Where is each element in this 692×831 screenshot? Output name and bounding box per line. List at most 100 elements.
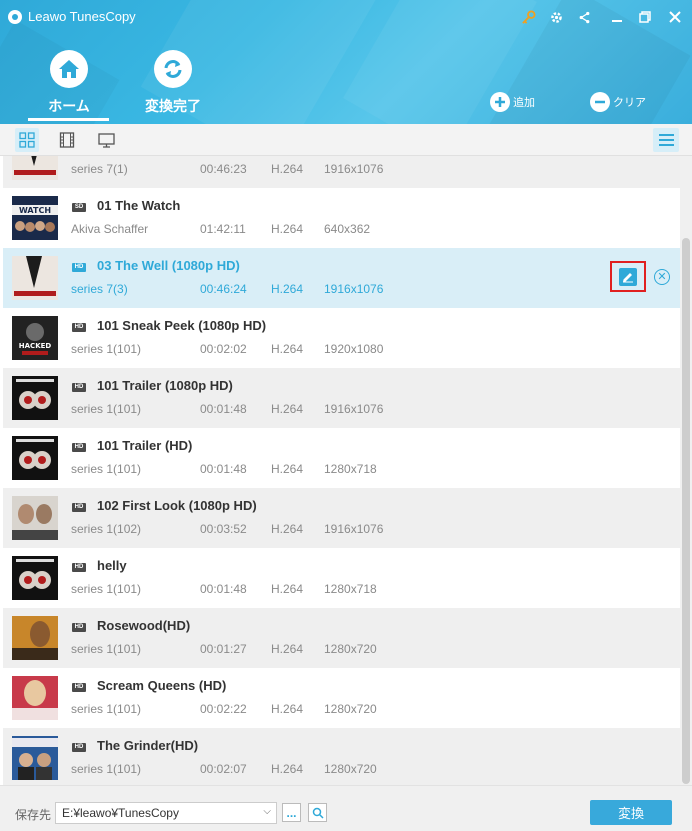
item-resolution: 1280x720 <box>324 642 377 656</box>
clear-button[interactable]: クリア <box>590 92 646 112</box>
item-codec: H.264 <box>271 282 304 296</box>
item-author: series 1(101) <box>71 642 142 656</box>
tab-home-label: ホーム <box>48 98 90 114</box>
quality-badge: HD <box>72 323 86 332</box>
list-item[interactable]: HD The Grinder(HD) series 1(101) 00:02:0… <box>3 728 680 785</box>
list-item[interactable]: HD Rosewood(HD) series 1(101) 00:01:27 H… <box>3 608 680 668</box>
item-duration: 00:01:48 <box>200 462 247 476</box>
item-duration: 00:46:23 <box>200 162 247 176</box>
tab-home[interactable]: ホーム <box>29 50 109 116</box>
thumbnail <box>12 156 58 180</box>
item-author: series 1(101) <box>71 462 142 476</box>
app-title: Leawo TunesCopy <box>28 9 136 24</box>
save-location-label: 保存先 <box>15 808 52 822</box>
list-item[interactable]: WATCH SD 01 The Watch Akiva Schaffer 01:… <box>3 188 680 248</box>
item-author: series 7(3) <box>71 282 128 296</box>
thumbnail <box>12 436 58 480</box>
quality-badge: HD <box>72 743 86 752</box>
thumbnail: HACKED <box>12 316 58 360</box>
item-title: Scream Queens (HD) <box>97 678 227 693</box>
item-codec: H.264 <box>271 762 304 776</box>
scrollbar-thumb[interactable] <box>682 238 690 784</box>
item-codec: H.264 <box>271 462 304 476</box>
quality-badge: SD <box>72 203 86 212</box>
item-duration: 00:03:52 <box>200 522 247 536</box>
thumbnail <box>12 616 58 660</box>
item-duration: 00:02:22 <box>200 702 247 716</box>
item-author: series 1(101) <box>71 402 142 416</box>
clear-button-label: クリア <box>613 97 646 109</box>
item-title: Rosewood(HD) <box>97 618 191 633</box>
item-author: series 1(101) <box>71 342 142 356</box>
title-bar: Leawo TunesCopy <box>0 0 692 34</box>
list-item[interactable]: HD 101 Trailer (1080p HD) series 1(101) … <box>3 368 680 428</box>
thumbnail <box>12 496 58 540</box>
item-title: 01 The Watch <box>97 198 181 213</box>
item-codec: H.264 <box>271 702 304 716</box>
edit-button[interactable] <box>610 261 646 292</box>
grid-view-icon[interactable] <box>15 128 39 152</box>
list-item[interactable]: HD Scream Queens (HD) series 1(101) 00:0… <box>3 668 680 728</box>
item-resolution: 1916x1076 <box>324 522 384 536</box>
item-resolution: 640x362 <box>324 222 371 236</box>
active-tab-indicator <box>28 118 109 121</box>
gear-icon[interactable] <box>547 8 565 26</box>
restore-icon[interactable] <box>636 8 654 26</box>
minimize-icon[interactable] <box>608 8 626 26</box>
output-path-value: E:¥leawo¥TunesCopy <box>62 806 179 820</box>
item-author: Akiva Schaffer <box>71 222 149 236</box>
media-list: series 7(1) 00:46:23 H.264 1916x1076 WAT… <box>0 156 680 785</box>
chevron-down-icon: ⌵ <box>263 806 271 817</box>
quality-badge: HD <box>72 563 86 572</box>
item-resolution: 1280x720 <box>324 702 377 716</box>
svg-text:HACKED: HACKED <box>19 342 52 350</box>
item-resolution: 1916x1076 <box>324 282 384 296</box>
footer-bar: 保存先 E:¥leawo¥TunesCopy ⌵ ... 変換 <box>0 785 692 831</box>
item-duration: 00:01:48 <box>200 402 247 416</box>
thumbnail <box>12 376 58 420</box>
close-icon[interactable] <box>666 8 684 26</box>
thumbnail <box>12 676 58 720</box>
edit-icon <box>619 267 637 286</box>
quality-badge: HD <box>72 503 86 512</box>
list-item[interactable]: HD 101 Trailer (HD) series 1(101) 00:01:… <box>3 428 680 488</box>
item-duration: 00:01:27 <box>200 642 247 656</box>
item-codec: H.264 <box>271 162 304 176</box>
item-title: 101 Trailer (1080p HD) <box>97 378 233 393</box>
browse-button[interactable]: ... <box>282 803 301 822</box>
add-button[interactable]: 追加 <box>490 92 535 112</box>
list-item-selected[interactable]: HD 03 The Well (1080p HD) series 7(3) 00… <box>3 248 680 308</box>
item-duration: 00:46:24 <box>200 282 247 296</box>
app-header: Leawo TunesCopy ホーム 変換完了 追加 クリア <box>0 0 692 124</box>
minus-circle-icon <box>590 92 610 112</box>
film-view-icon[interactable] <box>55 128 79 152</box>
list-item[interactable]: HD helly series 1(101) 00:01:48 H.264 12… <box>3 548 680 608</box>
output-path-select[interactable]: E:¥leawo¥TunesCopy ⌵ <box>55 802 277 824</box>
convert-button[interactable]: 変換 <box>590 800 672 825</box>
item-author: series 1(101) <box>71 702 142 716</box>
refresh-icon <box>154 50 192 88</box>
remove-item-icon[interactable]: ✕ <box>654 269 670 285</box>
list-item[interactable]: HD 102 First Look (1080p HD) series 1(10… <box>3 488 680 548</box>
item-duration: 00:02:02 <box>200 342 247 356</box>
home-icon <box>50 50 88 88</box>
list-item[interactable]: HACKED HD 101 Sneak Peek (1080p HD) seri… <box>3 308 680 368</box>
quality-badge: HD <box>72 383 86 392</box>
tab-converted[interactable]: 変換完了 <box>133 50 213 116</box>
list-item[interactable]: series 7(1) 00:46:23 H.264 1916x1076 <box>3 156 680 188</box>
view-toolbar <box>0 124 692 156</box>
app-logo-icon <box>8 10 22 24</box>
share-icon[interactable] <box>575 8 593 26</box>
plus-circle-icon <box>490 92 510 112</box>
item-author: series 7(1) <box>71 162 128 176</box>
item-resolution: 1916x1076 <box>324 402 384 416</box>
add-button-label: 追加 <box>513 97 535 109</box>
item-duration: 01:42:11 <box>200 222 246 236</box>
hamburger-menu-icon[interactable] <box>653 128 679 152</box>
monitor-view-icon[interactable] <box>94 128 118 152</box>
key-icon[interactable] <box>519 8 537 26</box>
item-codec: H.264 <box>271 642 304 656</box>
thumbnail <box>12 556 58 600</box>
quality-badge: HD <box>72 683 86 692</box>
open-folder-search-icon[interactable] <box>308 803 327 822</box>
